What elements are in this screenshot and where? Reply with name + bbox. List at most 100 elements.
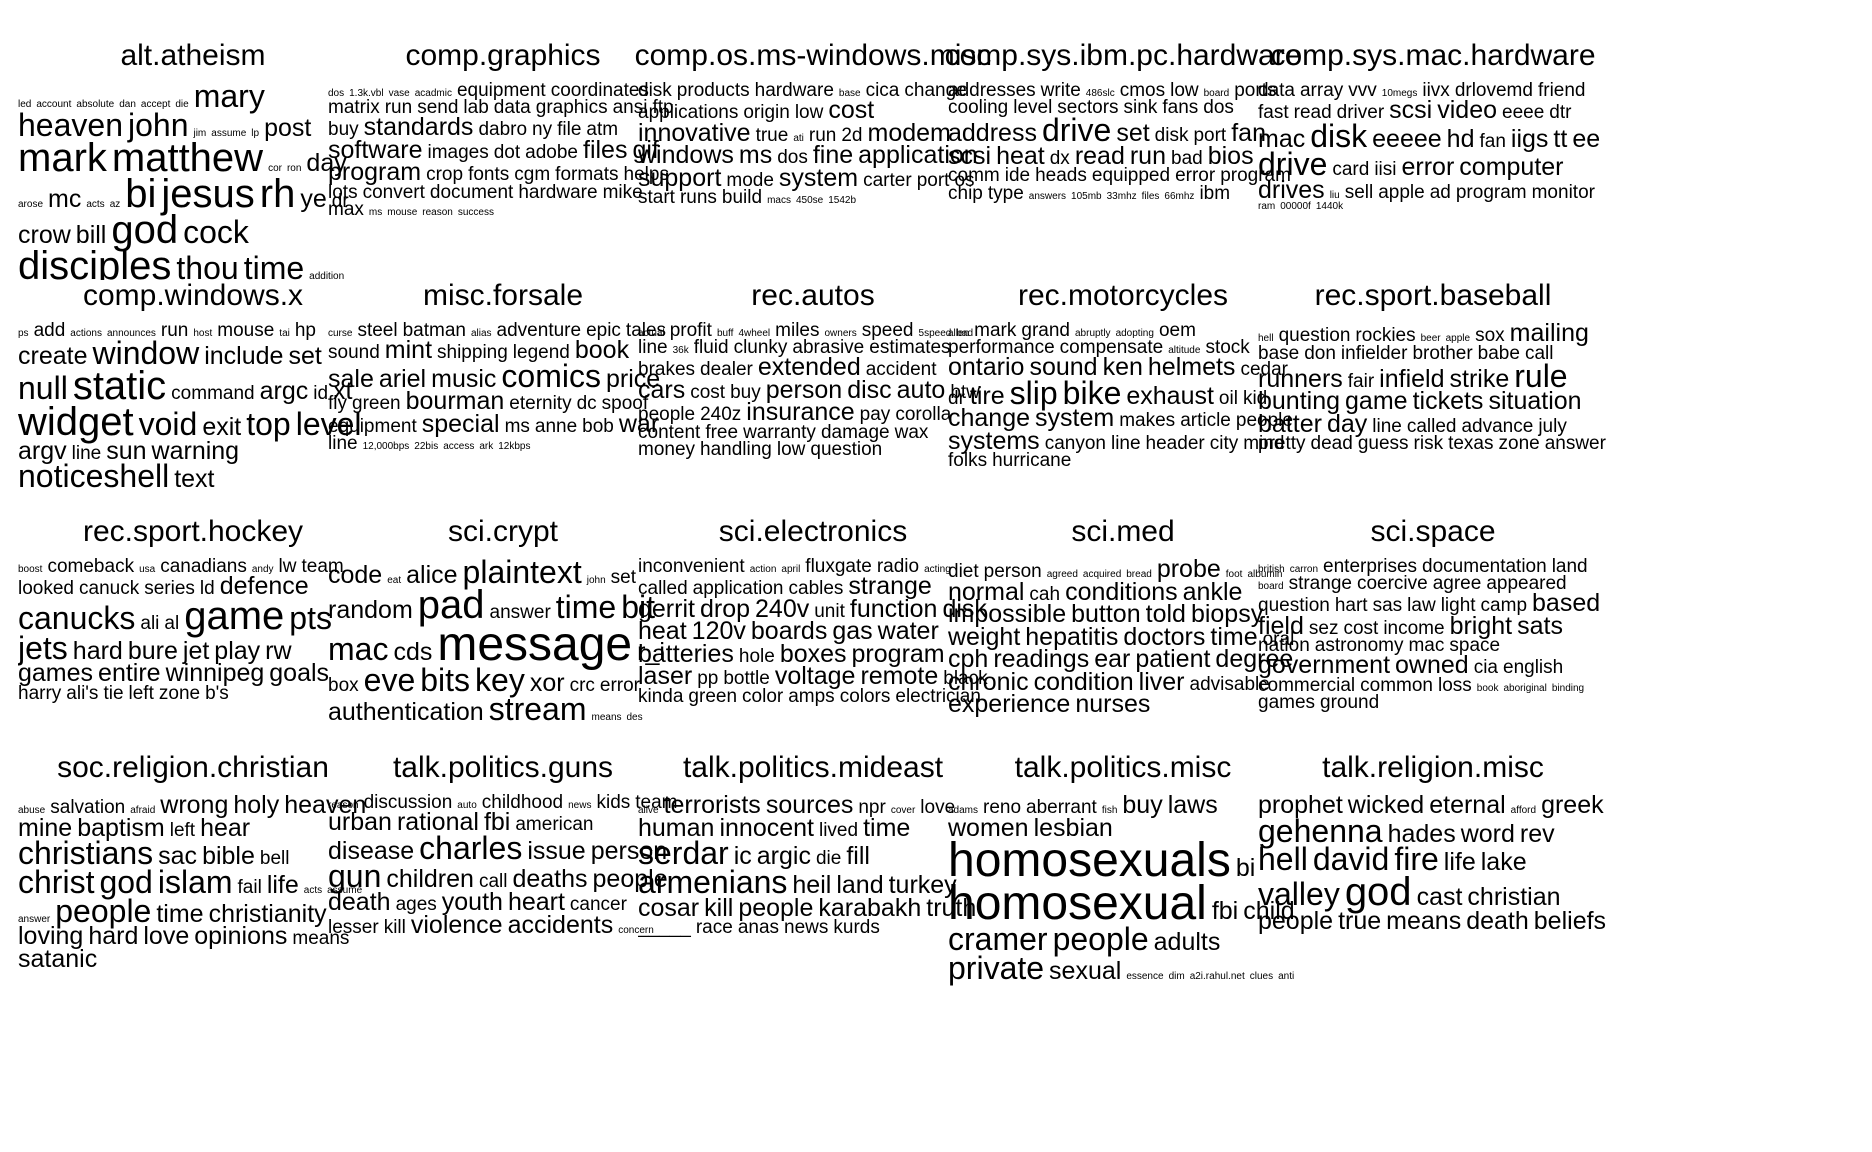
cloud-word: answers xyxy=(1028,190,1067,202)
cloud-word: scsi xyxy=(1389,96,1433,125)
cloud-word: colors xyxy=(839,685,891,707)
cloud-word: message xyxy=(437,617,633,671)
cloud-word: law xyxy=(1407,595,1436,617)
cloud-word: dim xyxy=(1168,971,1185,983)
cloud-word: file xyxy=(557,119,582,141)
cloud-word: pp xyxy=(697,668,719,690)
cloud-word: beliefs xyxy=(1533,907,1607,936)
cloud-word: line xyxy=(1110,432,1141,454)
cloud-word: random xyxy=(328,595,413,624)
cloud-word: bottle xyxy=(723,668,770,690)
cloud-word: armenians xyxy=(638,863,788,900)
cloud-word: ms xyxy=(504,415,530,437)
cloud-word: 450se xyxy=(795,195,824,207)
cloud-word: crop xyxy=(426,164,464,186)
cloud-word: satanic xyxy=(18,944,98,973)
cloud-word: hardware xyxy=(518,181,598,203)
cloud-word: drive xyxy=(1258,146,1328,183)
cloud-word: karabakh xyxy=(818,893,922,922)
cloud-word: canuck xyxy=(79,578,140,600)
cloud-word: low xyxy=(794,102,824,124)
cloud-word: alias xyxy=(470,328,492,339)
cloud-word: lesser xyxy=(328,916,379,938)
cloud-word: charles xyxy=(419,829,523,866)
cloud-word: mc xyxy=(48,184,82,213)
cloud-word: monitor xyxy=(1531,182,1595,204)
cloud-word: hole xyxy=(738,645,775,667)
cloud-word: friend xyxy=(1537,82,1586,101)
cloud-word: oil xyxy=(1218,387,1238,409)
cloud-word: fail xyxy=(237,876,262,898)
cloud-word: news xyxy=(784,917,829,939)
cloud-word: ad xyxy=(1429,182,1451,204)
cloud-word: oem xyxy=(1158,322,1196,341)
cloud-word: base xyxy=(1258,342,1300,364)
cloud-word: hell xyxy=(1258,333,1274,344)
cloud-word: array xyxy=(1299,82,1344,101)
cloud-word: islam xyxy=(157,863,233,900)
cloud-word: english xyxy=(1503,657,1564,679)
cloud-word: include xyxy=(204,342,284,371)
cloud-word: comeback xyxy=(47,558,135,577)
cloud-word: pretty xyxy=(1258,433,1306,455)
cloud-word: eve xyxy=(363,661,416,698)
cloud-word: support xyxy=(638,163,722,192)
cloud-word: cia xyxy=(1473,657,1498,679)
cloud-word: bios xyxy=(1207,141,1254,170)
cloud-word: april xyxy=(781,564,801,575)
cloud-word: brother xyxy=(1412,342,1473,364)
cloud-word: love xyxy=(143,922,190,951)
cloud-word: systems xyxy=(948,426,1040,455)
cloud-word: kill xyxy=(704,893,734,922)
cloud-word: 1440k xyxy=(1315,200,1344,212)
cloud-word: bright xyxy=(1449,611,1513,640)
cloud-word: data xyxy=(493,97,531,119)
cloud-word: graphics xyxy=(535,97,608,119)
cloud-word: disk xyxy=(638,82,672,101)
cloud-word: products xyxy=(676,82,750,101)
cloud-word: accidents xyxy=(507,910,614,939)
cloud-word: sas xyxy=(1372,595,1403,617)
cloud-word: helmets xyxy=(1147,353,1236,382)
cloud-word: folks xyxy=(948,450,988,472)
panel-title: talk.religion.misc xyxy=(1322,751,1544,784)
cloud-word: mary xyxy=(193,82,265,114)
cloud-word: sell xyxy=(1344,182,1374,204)
cloud-word: money xyxy=(638,438,696,460)
cloud-word: remote xyxy=(860,662,939,691)
cloud-word: fly xyxy=(328,393,347,415)
cloud-word: cast xyxy=(1416,883,1463,912)
cloud-word: runs xyxy=(679,187,717,209)
cloud-word: rule xyxy=(1514,357,1568,394)
cloud-word: dtr xyxy=(1549,102,1572,124)
cloud-word: cars xyxy=(638,375,686,404)
cloud-word: 36k xyxy=(672,345,689,357)
cloud-word: bob xyxy=(582,415,614,437)
cloud-word: violence xyxy=(410,910,503,939)
cloud-word: risk xyxy=(1413,433,1444,455)
cloud-word: amps xyxy=(788,685,835,707)
cloud-word: private xyxy=(948,950,1045,987)
cloud-word: line xyxy=(638,337,668,359)
cloud-word: laws xyxy=(1167,794,1218,819)
cloud-word: greek xyxy=(1541,794,1604,819)
cloud-word: carter xyxy=(863,169,912,191)
cloud-word: beer xyxy=(1420,333,1441,344)
cloud-word: b's xyxy=(205,682,229,704)
cloud-word: time xyxy=(863,813,911,842)
cloud-word: type xyxy=(987,182,1024,204)
cloud-word: voltage xyxy=(774,662,856,691)
cloud-word: situation xyxy=(1488,387,1582,416)
cloud-word: hd xyxy=(1446,124,1475,153)
cloud-word: vvv xyxy=(1348,82,1377,101)
cloud-word: eeee xyxy=(1502,102,1545,124)
cloud-word: batter xyxy=(1258,409,1322,438)
cloud-word: news xyxy=(568,800,592,811)
cloud-word: pay xyxy=(859,404,891,426)
cloud-word: left xyxy=(169,819,196,841)
cloud-word: comics xyxy=(501,357,601,394)
cloud-word: infielder xyxy=(1340,342,1408,364)
cloud-word: land xyxy=(836,870,884,899)
cloud-word: hart xyxy=(1334,595,1368,617)
cloud-word: acts xyxy=(86,198,105,210)
